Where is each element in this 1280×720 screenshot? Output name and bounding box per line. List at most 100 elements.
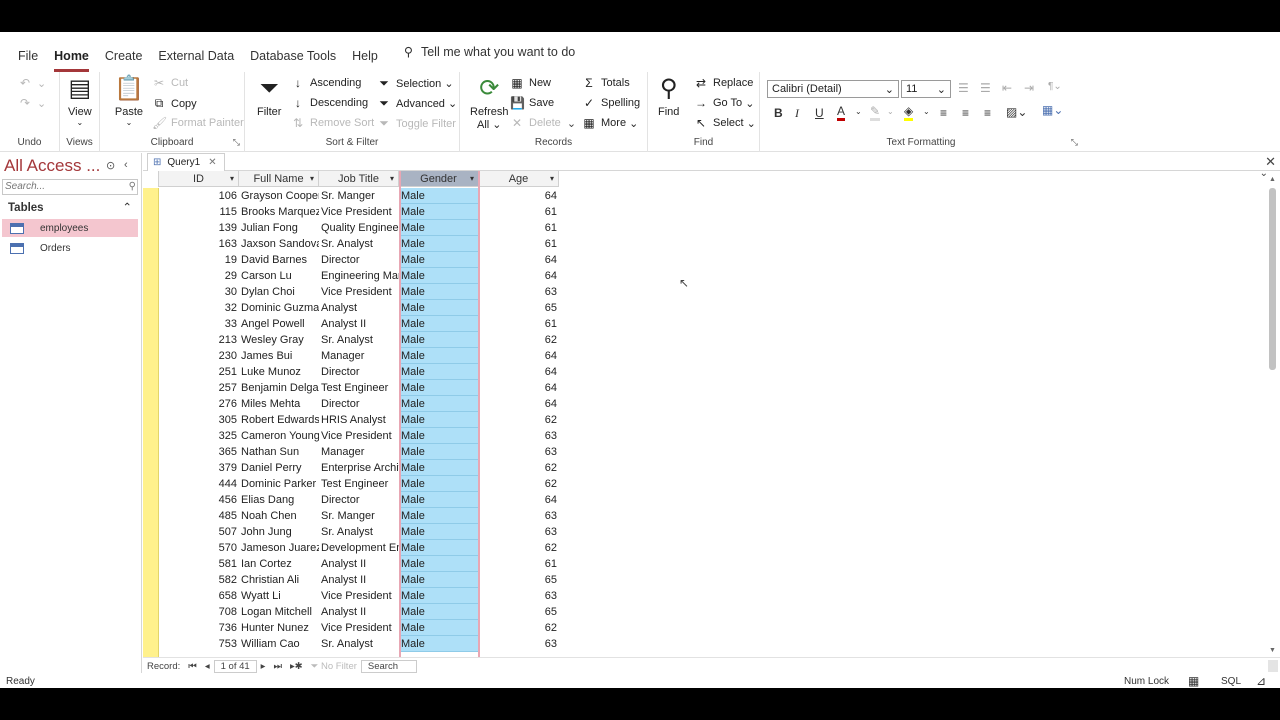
cell-gender[interactable]: Male [399, 460, 479, 476]
cell-age[interactable]: 63 [479, 524, 559, 540]
cell-job-title[interactable]: Vice President [319, 588, 399, 604]
goto-button[interactable]: → Go To ⌄ [694, 96, 754, 110]
cell-id[interactable]: 570 [159, 540, 239, 556]
cell-id[interactable]: 30 [159, 284, 239, 300]
spelling-button[interactable]: ✓ Spelling [582, 96, 640, 110]
table-row[interactable]: 32 Dominic Guzman Analyst Male 65 [143, 300, 563, 316]
cell-full-name[interactable]: Miles Mehta [239, 396, 319, 412]
cell-full-name[interactable]: Luke Munoz [239, 364, 319, 380]
find-button[interactable]: ⚲ Find [658, 74, 679, 118]
cell-full-name[interactable]: Ian Cortez [239, 556, 319, 572]
cell-id[interactable]: 753 [159, 636, 239, 652]
table-row[interactable]: 708 Logan Mitchell Analyst II Male 65 [143, 604, 563, 620]
cell-job-title[interactable]: Director [319, 364, 399, 380]
cell-job-title[interactable]: Sr. Analyst [319, 524, 399, 540]
descending-button[interactable]: ↓ Descending [291, 96, 368, 110]
table-row[interactable]: 230 James Bui Manager Male 64 [143, 348, 563, 364]
tab-external-data[interactable]: External Data [150, 32, 242, 72]
cell-full-name[interactable]: Benjamin Delgado [239, 380, 319, 396]
cell-full-name[interactable]: James Bui [239, 348, 319, 364]
vertical-scrollbar[interactable]: ▲ ▼ [1267, 176, 1278, 654]
font-color-icon[interactable]: A [837, 105, 846, 121]
table-row[interactable]: 582 Christian Ali Analyst II Male 65 [143, 572, 563, 588]
table-row[interactable]: 139 Julian Fong Quality Engineer Male 61 [143, 220, 563, 236]
record-search-input[interactable]: Search [360, 659, 417, 673]
cell-job-title[interactable]: Quality Engineer [319, 220, 399, 236]
cell-age[interactable]: 63 [479, 636, 559, 652]
underline-icon[interactable]: U [815, 106, 824, 120]
cell-full-name[interactable]: Jaxson Sandoval [239, 236, 319, 252]
cell-age[interactable]: 64 [479, 188, 559, 204]
cell-gender[interactable]: Male [399, 268, 479, 284]
redo-button[interactable]: ↷ ⌄ [18, 96, 46, 110]
cell-gender[interactable]: Male [399, 364, 479, 380]
last-record-icon[interactable]: ⏭ [273, 661, 282, 672]
table-row[interactable]: 507 John Jung Sr. Analyst Male 63 [143, 524, 563, 540]
tab-database-tools[interactable]: Database Tools [242, 32, 344, 72]
cell-gender[interactable]: Male [399, 188, 479, 204]
column-dropdown-icon[interactable]: ▾ [550, 171, 554, 187]
font-name-dropdown[interactable]: Calibri (Detail) ⌄ [767, 80, 899, 98]
table-row[interactable]: 736 Hunter Nunez Vice President Male 62 [143, 620, 563, 636]
cell-job-title[interactable]: Analyst II [319, 316, 399, 332]
dialog-launcher-icon[interactable]: ⤡ [1071, 137, 1078, 148]
cell-job-title[interactable]: Test Engineer [319, 476, 399, 492]
cell-gender[interactable]: Male [399, 588, 479, 604]
cell-job-title[interactable]: Test Engineer [319, 380, 399, 396]
no-filter-indicator[interactable]: ⏷ No Filter [311, 661, 357, 672]
cell-age[interactable]: 63 [479, 588, 559, 604]
cell-job-title[interactable]: Analyst II [319, 572, 399, 588]
column-header-gender[interactable]: Gender ▾ [399, 171, 479, 187]
table-row[interactable]: 251 Luke Munoz Director Male 64 [143, 364, 563, 380]
chevron-down-icon[interactable]: ⌄ [923, 107, 930, 116]
cell-age[interactable]: 61 [479, 204, 559, 220]
cell-id[interactable]: 33 [159, 316, 239, 332]
remove-sort-button[interactable]: ⇅ Remove Sort [291, 116, 374, 130]
cell-gender[interactable]: Male [399, 444, 479, 460]
decrease-indent-icon[interactable]: ⇤ [1002, 81, 1012, 95]
cell-age[interactable]: 62 [479, 460, 559, 476]
table-row[interactable]: 365 Nathan Sun Manager Male 63 [143, 444, 563, 460]
cell-job-title[interactable]: Director [319, 252, 399, 268]
cell-age[interactable]: 64 [479, 492, 559, 508]
filter-button[interactable]: ⏷ Filter [257, 74, 281, 118]
scrollbar-thumb[interactable] [1269, 188, 1276, 370]
save-record-button[interactable]: 💾 Save [510, 96, 554, 110]
cell-gender[interactable]: Male [399, 396, 479, 412]
table-row[interactable]: 581 Ian Cortez Analyst II Male 61 [143, 556, 563, 572]
cell-gender[interactable]: Male [399, 316, 479, 332]
cell-gender[interactable]: Male [399, 508, 479, 524]
table-row[interactable]: 106 Grayson Cooper Sr. Manger Male 64 [143, 188, 563, 204]
cell-job-title[interactable]: Analyst II [319, 556, 399, 572]
cell-gender[interactable]: Male [399, 540, 479, 556]
cell-job-title[interactable]: Development Engineer [319, 540, 399, 556]
cell-id[interactable]: 106 [159, 188, 239, 204]
cell-full-name[interactable]: Hunter Nunez [239, 620, 319, 636]
cell-age[interactable]: 63 [479, 508, 559, 524]
chevron-down-icon[interactable]: ⌄ [887, 107, 894, 116]
cell-full-name[interactable]: Wyatt Li [239, 588, 319, 604]
bold-icon[interactable]: B [774, 106, 783, 120]
cell-age[interactable]: 64 [479, 364, 559, 380]
horizontal-scrollbar[interactable] [1268, 660, 1278, 672]
cell-id[interactable]: 32 [159, 300, 239, 316]
next-record-icon[interactable]: ▸ [261, 661, 266, 672]
cell-job-title[interactable]: Analyst [319, 300, 399, 316]
cell-age[interactable]: 64 [479, 396, 559, 412]
cell-gender[interactable]: Male [399, 636, 479, 652]
totals-button[interactable]: Σ Totals [582, 76, 629, 90]
column-dropdown-icon[interactable]: ▾ [390, 171, 394, 187]
align-right-icon[interactable]: ≡ [984, 106, 991, 120]
table-row[interactable]: 213 Wesley Gray Sr. Analyst Male 62 [143, 332, 563, 348]
column-dropdown-icon[interactable]: ▾ [310, 171, 314, 187]
dialog-launcher-icon[interactable]: ⤡ [233, 137, 240, 148]
cell-job-title[interactable]: Sr. Analyst [319, 636, 399, 652]
undo-button[interactable]: ↶ ⌄ [18, 76, 46, 90]
cell-full-name[interactable]: David Barnes [239, 252, 319, 268]
cell-full-name[interactable]: Logan Mitchell [239, 604, 319, 620]
cell-full-name[interactable]: Nathan Sun [239, 444, 319, 460]
cell-job-title[interactable]: Analyst II [319, 604, 399, 620]
tab-file[interactable]: File [10, 32, 46, 72]
cell-age[interactable]: 62 [479, 332, 559, 348]
italic-icon[interactable]: I [795, 106, 799, 121]
